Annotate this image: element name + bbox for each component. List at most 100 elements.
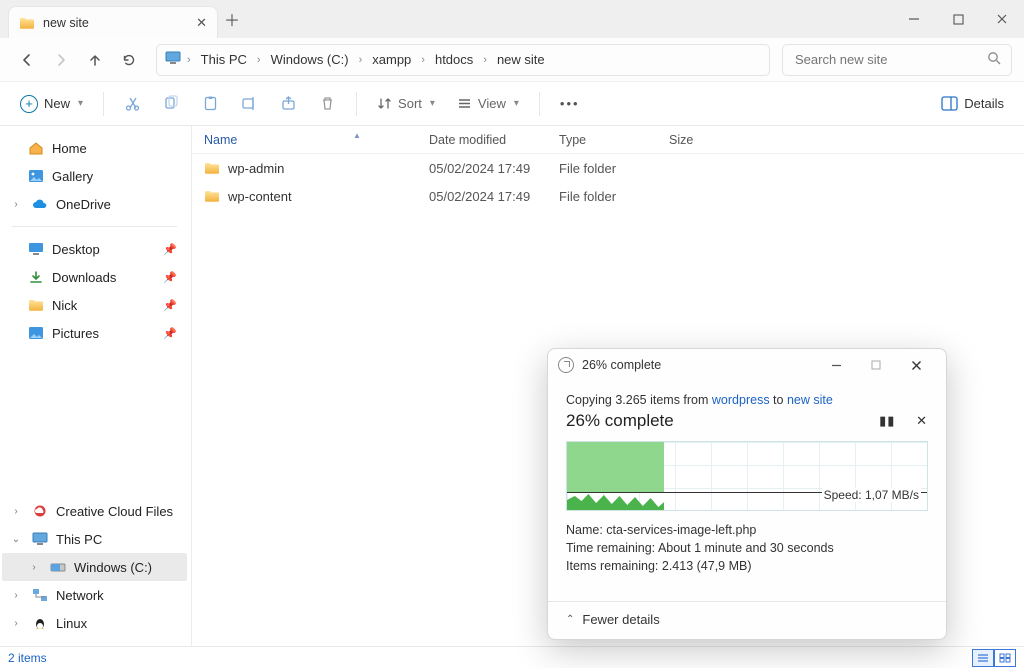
search-box[interactable]	[782, 44, 1012, 76]
nav-drive-c[interactable]: › Windows (C:)	[2, 553, 187, 581]
nav-linux[interactable]: › Linux	[2, 609, 187, 637]
search-input[interactable]	[793, 51, 987, 68]
breadcrumb[interactable]: › This PC › Windows (C:) › xampp › htdoc…	[156, 44, 770, 76]
nav-onedrive[interactable]: › OneDrive	[2, 190, 187, 218]
chevron-right-icon[interactable]: ›	[8, 199, 24, 210]
cut-button[interactable]	[116, 89, 149, 119]
chevron-down-icon: ▾	[430, 98, 435, 109]
chevron-right-icon[interactable]: ›	[26, 562, 42, 573]
window-minimize-button[interactable]	[892, 0, 936, 38]
nav-divider	[12, 226, 177, 227]
nav-home[interactable]: Home	[2, 134, 187, 162]
nav-this-pc[interactable]: ⌄ This PC	[2, 525, 187, 553]
chevron-right-icon[interactable]: ›	[8, 590, 24, 601]
refresh-button[interactable]	[114, 45, 144, 75]
dialog-minimize-button[interactable]	[816, 349, 856, 381]
pc-icon	[32, 532, 48, 546]
dialog-src-link[interactable]: wordpress	[712, 393, 770, 407]
dialog-close-button[interactable]	[896, 349, 936, 381]
search-icon	[987, 51, 1001, 68]
rename-button[interactable]	[233, 89, 266, 119]
col-date[interactable]: Date modified	[429, 133, 506, 147]
col-size[interactable]: Size	[669, 133, 693, 147]
chevron-right-icon[interactable]: ›	[255, 54, 263, 66]
nav-desktop[interactable]: Desktop 📌	[2, 235, 187, 263]
crumb-this-pc[interactable]: This PC	[197, 52, 251, 67]
table-row[interactable]: wp-admin 05/02/2024 17:49 File folder	[192, 154, 1024, 182]
nav-user-folder-label: Nick	[52, 298, 77, 313]
dialog-percent: 26% complete	[566, 411, 674, 431]
file-date: 05/02/2024 17:49	[417, 189, 547, 204]
gallery-icon	[28, 169, 44, 183]
crumb-htdocs[interactable]: htdocs	[431, 52, 477, 67]
nav-network[interactable]: › Network	[2, 581, 187, 609]
col-type[interactable]: Type	[559, 133, 586, 147]
nav-downloads[interactable]: Downloads 📌	[2, 263, 187, 291]
chevron-up-icon: ⌃	[566, 614, 574, 625]
chevron-right-icon[interactable]: ›	[8, 618, 24, 629]
delete-button[interactable]	[311, 89, 344, 119]
crumb-current[interactable]: new site	[493, 52, 549, 67]
dialog-dst-link[interactable]: new site	[787, 393, 833, 407]
command-bar: + New ▾ Sort ▾ View ▾ ••• Details	[0, 82, 1024, 126]
dialog-cancel-button[interactable]: ✕	[916, 413, 928, 428]
nav-gallery-label: Gallery	[52, 169, 93, 184]
tab-active[interactable]: new site ✕	[8, 6, 218, 38]
separator	[356, 92, 357, 116]
dialog-titlebar[interactable]: 26% complete	[548, 349, 946, 381]
dialog-maximize-button[interactable]	[856, 349, 896, 381]
paste-button[interactable]	[194, 89, 227, 119]
nav-gallery[interactable]: Gallery	[2, 162, 187, 190]
pin-icon: 📌	[163, 243, 177, 256]
window-close-button[interactable]	[980, 0, 1024, 38]
chevron-right-icon[interactable]: ›	[419, 54, 427, 66]
clock-icon	[558, 357, 574, 373]
dialog-current-file: cta-services-image-left.php	[606, 523, 756, 537]
copy-button[interactable]	[155, 89, 188, 119]
pin-icon: 📌	[163, 327, 177, 340]
new-tab-button[interactable]: ＋	[218, 7, 246, 31]
chevron-down-icon[interactable]: ⌄	[8, 534, 24, 545]
sort-button[interactable]: Sort ▾	[369, 89, 443, 119]
desktop-icon	[28, 242, 44, 256]
chevron-right-icon[interactable]: ›	[357, 54, 365, 66]
sort-asc-icon: ▲	[353, 131, 361, 140]
new-button[interactable]: + New ▾	[12, 89, 91, 119]
share-button[interactable]	[272, 89, 305, 119]
view-icons-toggle[interactable]	[994, 649, 1016, 667]
tab-title: new site	[43, 16, 89, 30]
nav-creative-cloud[interactable]: › Creative Cloud Files	[2, 497, 187, 525]
dialog-title: 26% complete	[582, 358, 661, 372]
column-headers[interactable]: Name ▲ Date modified Type Size	[192, 126, 1024, 154]
downloads-icon	[28, 270, 44, 284]
dialog-pause-button[interactable]: ▮▮	[879, 413, 895, 428]
crumb-drive[interactable]: Windows (C:)	[267, 52, 353, 67]
table-row[interactable]: wp-content 05/02/2024 17:49 File folder	[192, 182, 1024, 210]
chevron-right-icon[interactable]: ›	[481, 54, 489, 66]
tab-close-button[interactable]: ✕	[196, 15, 207, 31]
forward-button[interactable]	[46, 45, 76, 75]
folder-icon	[204, 161, 220, 175]
details-pane-button[interactable]: Details	[933, 89, 1012, 119]
col-name[interactable]: Name	[204, 133, 237, 147]
back-button[interactable]	[12, 45, 42, 75]
up-button[interactable]	[80, 45, 110, 75]
fewer-details-button[interactable]: ⌃ Fewer details	[548, 602, 946, 639]
view-button[interactable]: View ▾	[449, 89, 527, 119]
ellipsis-icon: •••	[560, 96, 580, 111]
view-details-toggle[interactable]	[972, 649, 994, 667]
pin-icon: 📌	[163, 271, 177, 284]
nav-pictures-label: Pictures	[52, 326, 99, 341]
nav-user-folder[interactable]: Nick 📌	[2, 291, 187, 319]
home-icon	[28, 141, 44, 155]
linux-icon	[32, 616, 48, 630]
file-type: File folder	[547, 161, 657, 176]
nav-onedrive-label: OneDrive	[56, 197, 111, 212]
nav-pictures[interactable]: Pictures 📌	[2, 319, 187, 347]
network-icon	[32, 588, 48, 602]
crumb-xampp[interactable]: xampp	[368, 52, 415, 67]
overflow-button[interactable]: •••	[552, 89, 588, 119]
window-maximize-button[interactable]	[936, 0, 980, 38]
chevron-right-icon[interactable]: ›	[8, 506, 24, 517]
chevron-right-icon[interactable]: ›	[185, 54, 193, 66]
